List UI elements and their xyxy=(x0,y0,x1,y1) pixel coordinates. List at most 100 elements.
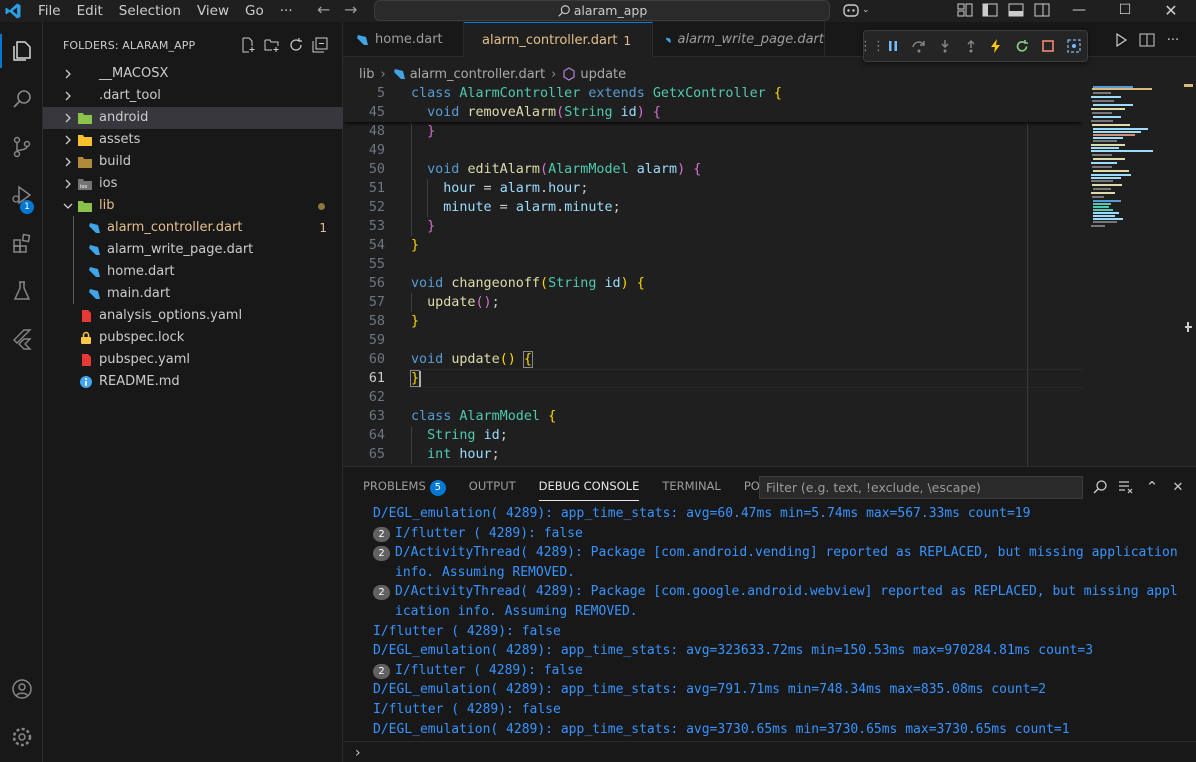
step-out-icon[interactable] xyxy=(958,34,984,58)
close-panel-icon[interactable]: ✕ xyxy=(1165,476,1191,498)
toggle-secondary-sidebar-icon[interactable] xyxy=(1034,3,1050,17)
clear-console-icon[interactable] xyxy=(1113,476,1139,498)
breadcrumb-symbol[interactable]: update xyxy=(580,67,626,82)
tree-file-alarm-controller-dart[interactable]: alarm_controller.dart 1 xyxy=(43,217,343,239)
menu-go[interactable]: Go xyxy=(245,0,264,22)
step-into-icon[interactable] xyxy=(932,34,958,58)
code-line: 48 } xyxy=(343,122,1083,141)
split-editor-icon[interactable] xyxy=(1134,30,1160,50)
breadcrumb-file[interactable]: alarm_controller.dart xyxy=(410,67,545,82)
repeat-count-badge: 2 xyxy=(373,546,390,562)
minimap-line xyxy=(1091,120,1113,122)
flutter-icon xyxy=(12,329,32,350)
tab-home-dart[interactable]: home.dart xyxy=(343,22,464,57)
breadcrumb-lib[interactable]: lib xyxy=(359,67,374,82)
console-filter-input[interactable]: Filter (e.g. text, !exclude, \escape) xyxy=(759,476,1083,499)
refresh-icon[interactable] xyxy=(284,36,308,54)
tree-folder-build[interactable]: build xyxy=(43,151,343,173)
search-view-button[interactable] xyxy=(0,76,43,122)
accounts-button[interactable] xyxy=(0,666,43,712)
menu-file[interactable]: File xyxy=(38,0,61,22)
tree-file-home-dart[interactable]: home.dart xyxy=(43,261,343,283)
menu-selection[interactable]: Selection xyxy=(119,0,181,22)
tree-item-label: assets xyxy=(99,132,141,147)
tree-file-readme-md[interactable]: README.md xyxy=(43,371,343,393)
tree-file-alarm-write-page-dart[interactable]: alarm_write_page.dart xyxy=(43,239,343,261)
testing-button[interactable] xyxy=(0,268,43,314)
menu-view[interactable]: View xyxy=(197,0,229,22)
tab-output[interactable]: OUTPUT xyxy=(469,475,516,501)
tree-item-label: alarm_controller.dart xyxy=(107,220,243,235)
line-code: } xyxy=(411,238,420,253)
search-icon xyxy=(558,4,570,17)
tree-folder-lib[interactable]: lib xyxy=(43,195,343,217)
more-actions-icon[interactable]: ··· xyxy=(1160,30,1186,50)
minimap[interactable] xyxy=(1091,84,1181,244)
collapse-all-icon[interactable] xyxy=(308,36,332,54)
run-debug-button[interactable]: 1 xyxy=(0,172,43,218)
maximize-button[interactable]: ☐ xyxy=(1102,0,1148,20)
stop-icon[interactable] xyxy=(1035,34,1061,58)
extensions-button[interactable] xyxy=(0,220,43,266)
tree-folder-assets[interactable]: assets xyxy=(43,129,343,151)
line-number: 53 xyxy=(368,219,385,234)
tab-alarm-write-page-dart[interactable]: alarm_write_page.dart xyxy=(653,22,825,57)
tree-folder-ios[interactable]: ios ios xyxy=(43,173,343,195)
method-icon xyxy=(563,67,575,81)
minimap-line xyxy=(1093,158,1125,160)
dart-file-icon xyxy=(357,34,368,45)
copilot-button[interactable]: ⌄ xyxy=(842,0,870,20)
source-control-button[interactable] xyxy=(0,124,43,170)
tab-problems[interactable]: PROBLEMS 5 xyxy=(363,475,446,501)
menu-edit[interactable]: Edit xyxy=(77,0,103,22)
new-file-icon[interactable] xyxy=(236,36,260,54)
tree-file-pubspec-yaml[interactable]: pubspec.yaml xyxy=(43,349,343,371)
chevron-down-icon: ⌄ xyxy=(862,5,870,15)
forward-arrow-icon[interactable]: → xyxy=(344,0,357,20)
menu-more[interactable]: ··· xyxy=(280,0,293,22)
tree-file-main-dart[interactable]: main.dart xyxy=(43,283,343,305)
tree-folder-macosx[interactable]: __MACOSX xyxy=(43,63,343,85)
tree-file-analysis-options-yaml[interactable]: analysis_options.yaml xyxy=(43,305,343,327)
tab-debug-console[interactable]: DEBUG CONSOLE xyxy=(538,475,640,501)
minimap-line xyxy=(1093,116,1121,118)
command-center-search[interactable]: alaram_app xyxy=(374,0,830,21)
minimap-line xyxy=(1093,137,1123,139)
editor-scrollbar[interactable] xyxy=(1181,84,1195,466)
code-line: 60 void update() { xyxy=(343,350,1083,369)
explorer-button[interactable] xyxy=(0,28,43,74)
run-icon[interactable] xyxy=(1108,30,1134,50)
tab-alarm-controller-dart[interactable]: alarm_controller.dart 1 xyxy=(464,22,653,58)
maximize-panel-icon[interactable]: ⌃ xyxy=(1139,476,1165,498)
flutter-button[interactable] xyxy=(0,316,43,362)
debug-toolbar: ⋮⋮ xyxy=(859,30,1088,62)
files-icon xyxy=(12,41,31,61)
tab-terminal[interactable]: TERMINAL xyxy=(662,475,720,501)
drag-handle-icon[interactable]: ⋮⋮ xyxy=(859,34,885,58)
close-window-button[interactable]: ✕ xyxy=(1148,0,1194,20)
minimap-line xyxy=(1091,180,1113,182)
line-code: void update() { xyxy=(411,351,533,368)
toggle-primary-sidebar-icon[interactable] xyxy=(982,3,998,17)
tree-folder-dart-tool[interactable]: .dart_tool xyxy=(43,85,343,107)
tree-folder-android[interactable]: android xyxy=(43,107,343,129)
customize-layout-icon[interactable] xyxy=(957,3,973,17)
manage-button[interactable] xyxy=(0,714,43,760)
pause-icon[interactable] xyxy=(880,34,906,58)
tree-item-label: pubspec.yaml xyxy=(99,352,190,367)
restart-icon[interactable] xyxy=(1009,34,1035,58)
toggle-panel-icon[interactable] xyxy=(1008,3,1024,17)
new-folder-icon[interactable] xyxy=(260,36,284,54)
back-arrow-icon[interactable]: ← xyxy=(317,0,330,20)
filter-search-icon[interactable] xyxy=(1087,476,1113,498)
tree-file-pubspec-lock[interactable]: pubspec.lock xyxy=(43,327,343,349)
console-prompt[interactable]: › xyxy=(355,745,361,761)
code-editor[interactable]: 5 class AlarmController extends GetxContr… xyxy=(343,84,1083,466)
tree-item-label: ios xyxy=(99,176,118,191)
problem-count-badge: 1 xyxy=(319,221,327,235)
minimize-button[interactable]: — xyxy=(1056,0,1102,20)
hot-reload-icon[interactable] xyxy=(984,34,1010,58)
step-over-icon[interactable] xyxy=(906,34,932,58)
flutter-inspector-icon[interactable] xyxy=(1061,34,1087,58)
problems-count-badge: 5 xyxy=(429,480,446,496)
